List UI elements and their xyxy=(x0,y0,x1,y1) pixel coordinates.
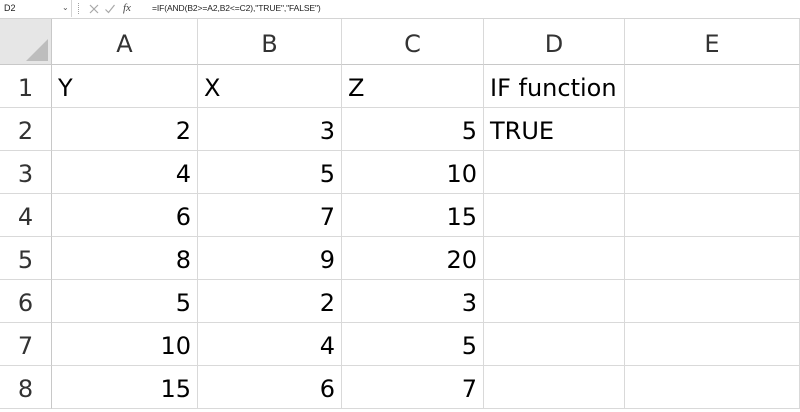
cell-a2[interactable]: 2 xyxy=(52,108,198,151)
cell-d1[interactable]: IF function xyxy=(484,65,625,108)
cell-b3[interactable]: 5 xyxy=(198,151,342,194)
row-header[interactable]: 4 xyxy=(0,194,52,237)
cell-e4[interactable] xyxy=(625,194,800,237)
cell-a8[interactable]: 15 xyxy=(52,366,198,409)
cell-d4[interactable] xyxy=(484,194,625,237)
cell-c8[interactable]: 7 xyxy=(342,366,484,409)
cell-e8[interactable] xyxy=(625,366,800,409)
row-header[interactable]: 5 xyxy=(0,237,52,280)
cell-a1[interactable]: Y xyxy=(52,65,198,108)
formula-input[interactable]: =IF(AND(B2>=A2,B2<=C2),"TRUE","FALSE") xyxy=(152,3,321,13)
row-header[interactable]: 8 xyxy=(0,366,52,409)
cell-b2[interactable]: 3 xyxy=(198,108,342,151)
cell-b7[interactable]: 4 xyxy=(198,323,342,366)
cell-a5[interactable]: 8 xyxy=(52,237,198,280)
select-all-corner[interactable] xyxy=(0,19,52,65)
cell-a6[interactable]: 5 xyxy=(52,280,198,323)
cell-a4[interactable]: 6 xyxy=(52,194,198,237)
cell-d2[interactable]: TRUE xyxy=(484,108,625,151)
cell-b5[interactable]: 9 xyxy=(198,237,342,280)
cell-e2[interactable] xyxy=(625,108,800,151)
cell-d3[interactable] xyxy=(484,151,625,194)
row-header[interactable]: 7 xyxy=(0,323,52,366)
spreadsheet-grid: A B C D E 1 Y X Z IF function 2 2 3 5 TR… xyxy=(0,19,800,412)
cell-e7[interactable] xyxy=(625,323,800,366)
column-header-e[interactable]: E xyxy=(625,19,800,65)
cell-b6[interactable]: 2 xyxy=(198,280,342,323)
cell-e6[interactable] xyxy=(625,280,800,323)
cell-e3[interactable] xyxy=(625,151,800,194)
select-all-icon xyxy=(26,39,48,61)
row-header[interactable]: 2 xyxy=(0,108,52,151)
cell-d8[interactable] xyxy=(484,366,625,409)
formula-bar: D2 ⌄ fx =IF(AND(B2>=A2,B2<=C2),"TRUE","F… xyxy=(0,0,800,19)
row-header[interactable]: 1 xyxy=(0,65,52,108)
cell-a7[interactable]: 10 xyxy=(52,323,198,366)
cell-c2[interactable]: 5 xyxy=(342,108,484,151)
cell-d5[interactable] xyxy=(484,237,625,280)
cell-a3[interactable]: 4 xyxy=(52,151,198,194)
row-header[interactable]: 3 xyxy=(0,151,52,194)
cell-d6[interactable] xyxy=(484,280,625,323)
cell-c3[interactable]: 10 xyxy=(342,151,484,194)
cell-c4[interactable]: 15 xyxy=(342,194,484,237)
cell-c6[interactable]: 3 xyxy=(342,280,484,323)
cell-d7[interactable] xyxy=(484,323,625,366)
row-header[interactable]: 6 xyxy=(0,280,52,323)
cell-b8[interactable]: 6 xyxy=(198,366,342,409)
cell-c5[interactable]: 20 xyxy=(342,237,484,280)
column-header-c[interactable]: C xyxy=(342,19,484,65)
column-header-a[interactable]: A xyxy=(52,19,198,65)
cell-e1[interactable] xyxy=(625,65,800,108)
column-header-d[interactable]: D xyxy=(484,19,625,65)
fx-icon[interactable]: fx xyxy=(123,1,137,16)
cell-e5[interactable] xyxy=(625,237,800,280)
cancel-icon[interactable] xyxy=(88,1,100,16)
cell-c1[interactable]: Z xyxy=(342,65,484,108)
cell-b4[interactable]: 7 xyxy=(198,194,342,237)
cell-b1[interactable]: X xyxy=(198,65,342,108)
column-header-b[interactable]: B xyxy=(198,19,342,65)
cell-c7[interactable]: 5 xyxy=(342,323,484,366)
enter-icon[interactable] xyxy=(104,1,116,16)
formula-bar-separator xyxy=(78,3,80,14)
chevron-down-icon[interactable]: ⌄ xyxy=(62,3,70,13)
